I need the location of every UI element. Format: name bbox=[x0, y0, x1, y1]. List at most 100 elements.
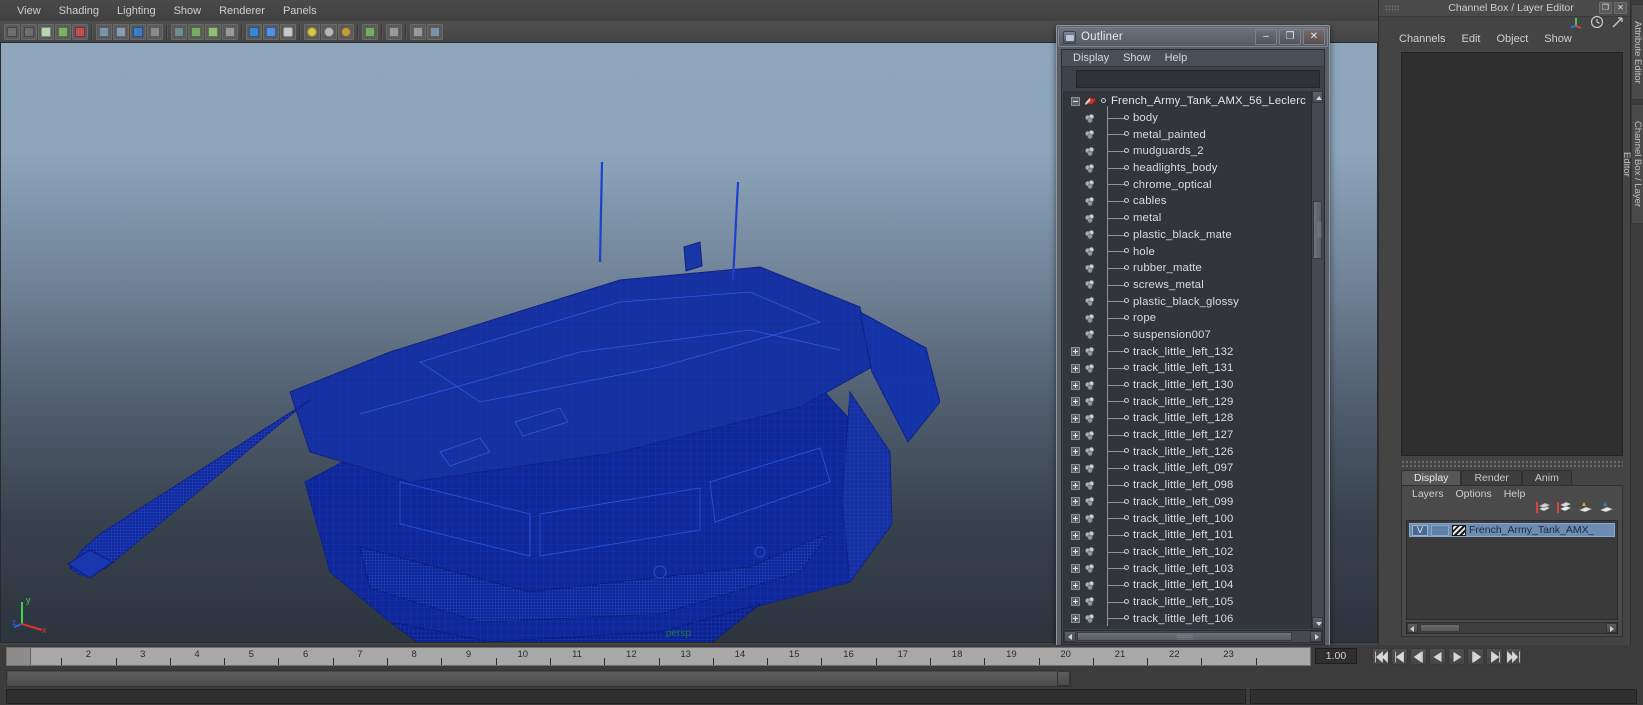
outliner-row[interactable]: suspension007 bbox=[1063, 322, 1311, 344]
outliner-vertical-scrollbar[interactable] bbox=[1311, 91, 1323, 629]
outliner-row[interactable]: cables bbox=[1063, 189, 1311, 210]
outliner-row[interactable]: mudguards_2 bbox=[1063, 139, 1311, 160]
outliner-row[interactable]: track_little_left_128 bbox=[1063, 406, 1311, 427]
step-back-key-button[interactable] bbox=[1391, 648, 1408, 665]
outliner-window[interactable]: Outliner – ❐ ✕ Display Show Help French_Ar… bbox=[1056, 25, 1330, 650]
layer-scroll-right-icon[interactable] bbox=[1606, 623, 1617, 633]
command-line-input[interactable] bbox=[6, 689, 1246, 704]
layer-playback-toggle[interactable] bbox=[1431, 524, 1449, 536]
layer-color-swatch[interactable] bbox=[1452, 524, 1466, 536]
scroll-down-arrow-icon[interactable] bbox=[1312, 617, 1323, 629]
outliner-row[interactable]: plastic_black_glossy bbox=[1063, 289, 1311, 310]
outliner-row[interactable]: body bbox=[1063, 105, 1311, 127]
outliner-row[interactable]: track_little_left_130 bbox=[1063, 372, 1311, 394]
step-forward-frame-button[interactable] bbox=[1467, 648, 1484, 665]
layer-horizontal-scrollbar[interactable] bbox=[1406, 622, 1618, 634]
outliner-row[interactable]: track_little_left_105 bbox=[1063, 589, 1311, 611]
layer-row[interactable]: V French_Army_Tank_AMX_ bbox=[1409, 523, 1615, 537]
gate-mask-icon[interactable] bbox=[147, 23, 163, 40]
layer-membership-icon[interactable] bbox=[1599, 501, 1614, 514]
expand-expander-icon[interactable] bbox=[1071, 564, 1080, 574]
expand-expander-icon[interactable] bbox=[1071, 397, 1080, 407]
tab-display[interactable]: Display bbox=[1401, 470, 1462, 485]
expand-expander-icon[interactable] bbox=[1071, 380, 1080, 390]
expand-expander-icon[interactable] bbox=[1071, 363, 1080, 373]
gamma-icon[interactable] bbox=[427, 23, 443, 40]
outliner-scroll-thumb[interactable] bbox=[1313, 201, 1322, 259]
channel-box-restore-button[interactable]: ❐ bbox=[1599, 2, 1612, 14]
range-slider-thumb[interactable] bbox=[8, 672, 1063, 685]
new-layer-from-selected-icon[interactable] bbox=[1557, 501, 1572, 514]
expand-expander-icon[interactable] bbox=[1071, 497, 1080, 507]
outliner-row[interactable]: track_little_left_101 bbox=[1063, 522, 1311, 544]
layers-menu-help[interactable]: Help bbox=[1498, 487, 1532, 501]
range-slider[interactable] bbox=[6, 670, 1071, 687]
outliner-row[interactable]: chrome_optical bbox=[1063, 172, 1311, 193]
smooth-shade-textured-icon[interactable] bbox=[263, 23, 279, 40]
xray-toggle-icon[interactable] bbox=[171, 23, 187, 40]
outliner-maximize-button[interactable]: ❐ bbox=[1279, 29, 1301, 45]
layers-menu-layers[interactable]: Layers bbox=[1406, 487, 1450, 501]
outliner-row[interactable]: rubber_matte bbox=[1063, 255, 1311, 277]
scroll-right-arrow-icon[interactable] bbox=[1310, 631, 1322, 642]
scroll-left-arrow-icon[interactable] bbox=[1064, 631, 1076, 642]
expand-expander-icon[interactable] bbox=[1071, 530, 1080, 540]
menu-renderer[interactable]: Renderer bbox=[210, 2, 274, 20]
use-default-material-icon[interactable] bbox=[280, 23, 296, 40]
channelbox-menu-edit[interactable]: Edit bbox=[1453, 32, 1488, 46]
menu-lighting[interactable]: Lighting bbox=[108, 2, 165, 20]
expand-expander-icon[interactable] bbox=[1071, 514, 1080, 524]
film-gate-icon[interactable] bbox=[113, 23, 129, 40]
outliner-row[interactable]: metal bbox=[1063, 205, 1311, 227]
layer-scroll-left-icon[interactable] bbox=[1407, 623, 1418, 633]
channel-box-arrow-icon[interactable] bbox=[1611, 15, 1625, 29]
outliner-row[interactable]: track_little_left_129 bbox=[1063, 389, 1311, 410]
channel-box-close-button[interactable]: ✕ bbox=[1614, 2, 1627, 14]
outliner-row[interactable]: hole bbox=[1063, 239, 1311, 260]
two-d-pan-zoom-icon[interactable] bbox=[72, 23, 88, 40]
camera-attributes-icon[interactable] bbox=[21, 23, 37, 40]
expand-expander-icon[interactable] bbox=[1071, 347, 1080, 357]
outliner-row[interactable]: track_little_left_104 bbox=[1063, 572, 1311, 594]
isolate-select-icon[interactable] bbox=[362, 23, 378, 40]
layers-menu-options[interactable]: Options bbox=[1450, 487, 1498, 501]
xray-joints-icon[interactable] bbox=[188, 23, 204, 40]
panel-splitter-handle[interactable] bbox=[1401, 460, 1623, 467]
vtab-channel-box[interactable]: Channel Box / Layer Editor bbox=[1621, 104, 1643, 224]
grid-toggle-icon[interactable] bbox=[96, 23, 112, 40]
play-forwards-button[interactable] bbox=[1448, 648, 1465, 665]
current-frame-field[interactable]: 1.00 bbox=[1315, 648, 1357, 664]
menu-panels[interactable]: Panels bbox=[274, 2, 326, 20]
expand-expander-icon[interactable] bbox=[1071, 547, 1080, 557]
go-to-end-button[interactable] bbox=[1505, 648, 1522, 665]
channel-box-axis-icon[interactable] bbox=[1569, 15, 1583, 29]
select-camera-icon[interactable] bbox=[4, 23, 20, 40]
play-backwards-button[interactable] bbox=[1429, 648, 1446, 665]
outliner-search-field[interactable] bbox=[1076, 70, 1320, 88]
tab-anim[interactable]: Anim bbox=[1521, 470, 1572, 485]
step-forward-key-button[interactable] bbox=[1486, 648, 1503, 665]
new-layer-icon[interactable] bbox=[1536, 501, 1551, 514]
xray-display-icon[interactable] bbox=[386, 23, 402, 40]
menu-shading[interactable]: Shading bbox=[50, 2, 108, 20]
layer-scroll-thumb[interactable] bbox=[1420, 624, 1460, 632]
outliner-row[interactable]: track_little_left_103 bbox=[1063, 556, 1311, 577]
outliner-menu-display[interactable]: Display bbox=[1066, 51, 1116, 65]
outliner-row[interactable]: French_Army_Tank_AMX_56_Leclerc bbox=[1063, 93, 1311, 110]
outliner-close-button[interactable]: ✕ bbox=[1303, 29, 1325, 45]
outliner-row[interactable]: metal_painted bbox=[1063, 122, 1311, 143]
outliner-row[interactable]: track_little_left_131 bbox=[1063, 356, 1311, 377]
lighting-default-icon[interactable] bbox=[304, 23, 320, 40]
outliner-tree[interactable]: French_Army_Tank_AMX_56_Leclerc body metal… bbox=[1063, 91, 1311, 629]
outliner-hscroll-thumb[interactable] bbox=[1077, 632, 1292, 641]
exposure-icon[interactable] bbox=[410, 23, 426, 40]
step-back-frame-button[interactable] bbox=[1410, 648, 1427, 665]
expand-expander-icon[interactable] bbox=[1071, 430, 1080, 440]
expand-expander-icon[interactable] bbox=[1071, 597, 1080, 607]
go-to-start-button[interactable] bbox=[1372, 648, 1389, 665]
menu-view[interactable]: View bbox=[8, 2, 50, 20]
layer-sort-icon[interactable] bbox=[1578, 501, 1593, 514]
panel-drag-grip[interactable] bbox=[1385, 5, 1399, 12]
outliner-row[interactable]: screws_metal bbox=[1063, 272, 1311, 294]
outliner-row[interactable]: track_little_left_097 bbox=[1063, 456, 1311, 477]
